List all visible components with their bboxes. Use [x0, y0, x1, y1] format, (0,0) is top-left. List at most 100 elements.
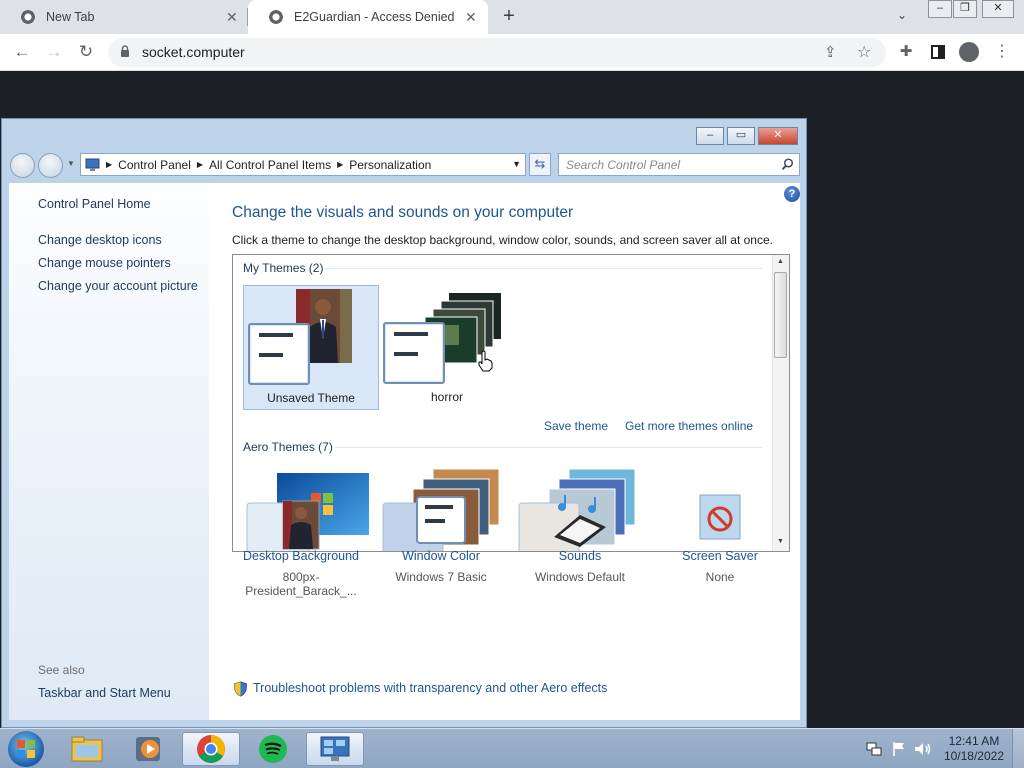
globe-icon: [268, 9, 284, 25]
aero-themes-label: Aero Themes (7): [243, 440, 333, 454]
control-panel-icon: [85, 158, 100, 171]
close-button[interactable]: ✕: [982, 0, 1014, 18]
theme-tile-unsaved[interactable]: Unsaved Theme: [243, 285, 379, 410]
chrome-icon: [20, 9, 36, 25]
breadcrumb-separator-icon: ▶: [196, 160, 204, 169]
window-color-icon[interactable]: [401, 493, 481, 547]
desktop-background-link[interactable]: Desktop Background: [231, 549, 371, 563]
history-chevron-icon[interactable]: ▼: [67, 159, 75, 168]
control-panel-home-link[interactable]: Control Panel Home: [38, 197, 151, 211]
forward-button[interactable]: [38, 153, 63, 178]
taskbar: 12:41 AM 10/18/2022: [0, 728, 1024, 768]
folder-icon: [71, 736, 103, 762]
scrollbar-thumb[interactable]: [774, 272, 787, 358]
change-desktop-icons-link[interactable]: Change desktop icons: [38, 233, 162, 247]
breadcrumb[interactable]: ▶ Control Panel ▶ All Control Panel Item…: [80, 153, 526, 176]
hand-cursor-icon: [478, 350, 493, 372]
page-description: Click a theme to change the desktop back…: [232, 233, 773, 247]
reload-icon[interactable]: ↻: [74, 40, 98, 64]
sounds-value: Windows Default: [534, 570, 626, 584]
side-panel-icon[interactable]: [926, 40, 950, 64]
window-color-value: Windows 7 Basic: [395, 570, 487, 584]
more-menu-icon[interactable]: ⋮: [990, 40, 1014, 64]
desktop-background-icon[interactable]: [261, 499, 341, 553]
browser-toolbar: ← → ↻ socket.computer ⇪ ☆ ✚ ⋮: [0, 34, 1024, 71]
extensions-puzzle-icon[interactable]: ✚: [894, 40, 918, 64]
profile-avatar-icon[interactable]: [959, 42, 979, 62]
network-icon[interactable]: [866, 741, 882, 757]
taskbar-start-menu-link[interactable]: Taskbar and Start Menu: [38, 686, 171, 700]
window-maximize-button[interactable]: ▭: [727, 127, 755, 145]
lock-icon: [121, 45, 129, 57]
close-tab-icon[interactable]: ✕: [226, 9, 238, 26]
scroll-down-icon[interactable]: ▼: [777, 538, 784, 545]
close-tab-icon[interactable]: ✕: [465, 9, 477, 26]
save-theme-link[interactable]: Save theme: [544, 419, 608, 433]
clock-date: 10/18/2022: [943, 749, 1004, 763]
back-arrow-icon[interactable]: ←: [10, 40, 34, 64]
get-more-themes-link[interactable]: Get more themes online: [625, 419, 753, 433]
breadcrumb-separator-icon: ▶: [337, 160, 344, 169]
window-minimize-button[interactable]: –: [696, 127, 724, 145]
window-close-button[interactable]: ✕: [758, 127, 798, 145]
taskbar-chrome[interactable]: [182, 732, 240, 766]
show-desktop-button[interactable]: [1012, 729, 1024, 768]
action-center-flag-icon[interactable]: [891, 741, 907, 757]
explorer-nav-bar: ▼ ▶ Control Panel ▶ All Control Panel It…: [10, 153, 800, 179]
my-themes-label: My Themes (2): [243, 261, 324, 275]
tab-e2guardian[interactable]: E2Guardian - Access Denied ✕: [248, 0, 488, 34]
theme-tile-horror[interactable]: horror: [379, 285, 515, 410]
minimize-button[interactable]: –: [928, 0, 952, 18]
personalization-window: – ▭ ✕ ▼ ▶ Control Panel ▶ All Control Pa…: [1, 118, 807, 728]
sounds-icon[interactable]: [540, 493, 620, 547]
system-clock[interactable]: 12:41 AM 10/18/2022: [944, 734, 1004, 764]
help-icon[interactable]: ?: [784, 186, 800, 202]
search-icon[interactable]: [781, 158, 794, 171]
breadcrumb-control-panel[interactable]: Control Panel: [118, 158, 191, 172]
bookmark-star-icon[interactable]: ☆: [857, 42, 871, 62]
clock-time: 12:41 AM: [948, 734, 1000, 748]
group-divider: [335, 447, 762, 448]
taskbar-media-player[interactable]: [120, 732, 178, 766]
url-text: socket.computer: [142, 44, 245, 60]
group-divider: [325, 268, 762, 269]
volume-icon[interactable]: [914, 741, 932, 757]
taskbar-spotify[interactable]: [244, 732, 302, 766]
screen-saver-link[interactable]: Screen Saver: [650, 549, 790, 563]
shield-icon: [233, 681, 248, 697]
address-bar[interactable]: socket.computer ⇪ ☆: [108, 38, 886, 67]
window-color-preview-icon: [248, 323, 310, 385]
search-box: [558, 153, 800, 176]
spotify-icon: [259, 735, 287, 763]
back-button[interactable]: [10, 153, 35, 178]
taskbar-control-panel[interactable]: [306, 732, 364, 766]
theme-name: horror: [430, 390, 463, 404]
sounds-link[interactable]: Sounds: [510, 549, 650, 563]
scroll-up-icon[interactable]: ▲: [777, 258, 784, 265]
search-input[interactable]: [566, 155, 776, 175]
desktop-background-value: 800px-President_Barack_...: [245, 570, 357, 598]
forward-arrow-icon[interactable]: →: [42, 40, 66, 64]
new-tab-button[interactable]: +: [498, 5, 520, 27]
troubleshoot-aero-link[interactable]: Troubleshoot problems with transparency …: [253, 681, 607, 695]
breadcrumb-personalization[interactable]: Personalization: [349, 158, 431, 172]
start-button[interactable]: [8, 731, 44, 767]
media-player-icon: [136, 737, 160, 761]
tab-new-tab[interactable]: New Tab ✕: [0, 0, 246, 34]
tab-search-chevron-icon[interactable]: ⌄: [897, 8, 907, 22]
breadcrumb-all-items[interactable]: All Control Panel Items: [209, 158, 331, 172]
taskbar-explorer[interactable]: [58, 732, 116, 766]
screen-saver-value: None: [705, 570, 735, 584]
tab-title: E2Guardian - Access Denied: [294, 10, 455, 24]
change-account-picture-link[interactable]: Change your account picture: [38, 279, 198, 293]
address-dropdown-icon[interactable]: ▼: [512, 159, 521, 169]
window-color-link[interactable]: Window Color: [371, 549, 511, 563]
restore-button[interactable]: ❐: [953, 0, 977, 18]
change-mouse-pointers-link[interactable]: Change mouse pointers: [38, 256, 171, 270]
refresh-button[interactable]: ⇆: [529, 153, 551, 176]
chrome-icon: [197, 735, 225, 763]
share-icon[interactable]: ⇪: [824, 43, 837, 61]
tab-title: New Tab: [46, 10, 95, 24]
main-content: ? Change the visuals and sounds on your …: [209, 183, 800, 720]
screen-saver-icon[interactable]: [680, 493, 760, 547]
